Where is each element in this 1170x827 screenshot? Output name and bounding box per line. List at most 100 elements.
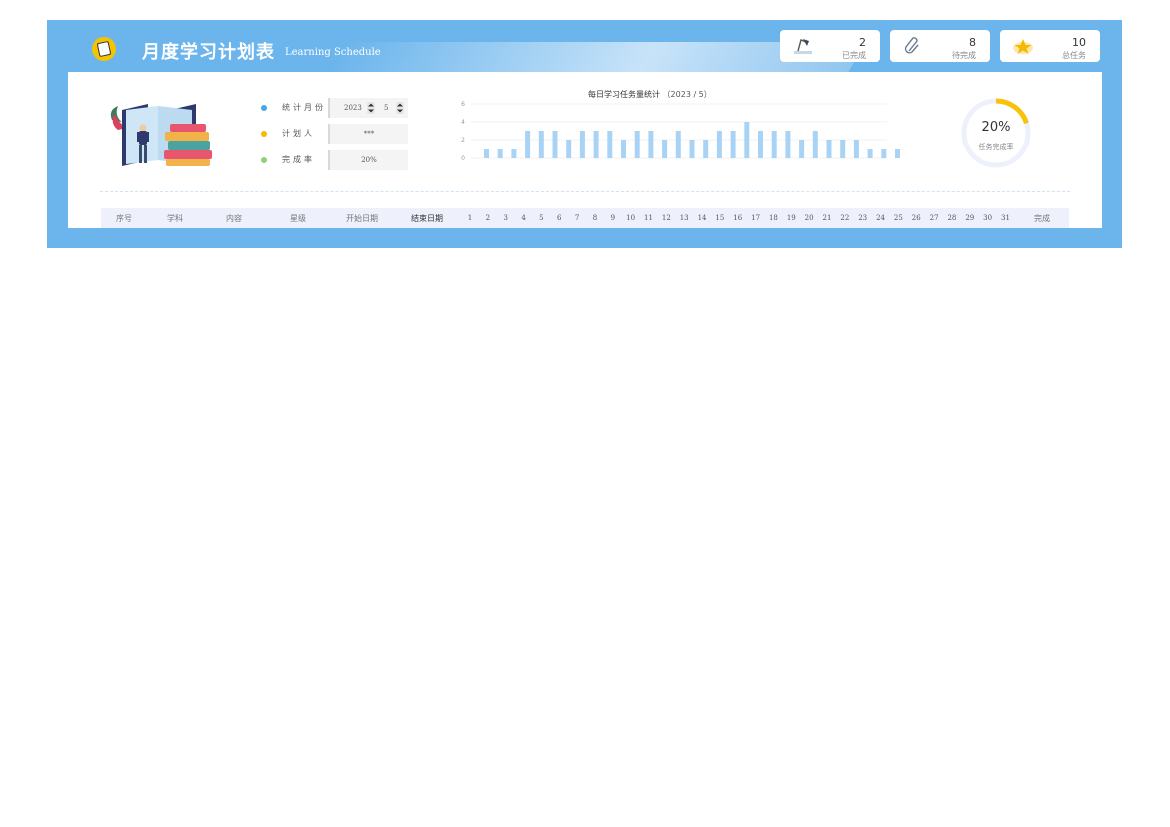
col-day-17: 17 (751, 214, 761, 222)
chart-bar-day-4 (525, 131, 531, 158)
year-spinner[interactable] (367, 102, 375, 114)
col-day-21: 21 (822, 214, 832, 222)
pending-count: 8 (969, 36, 976, 49)
pending-label: 待完成 (952, 51, 976, 60)
month-value: 5 (384, 104, 389, 112)
stat-card-total: 10 总任务 (1000, 30, 1100, 62)
y-tick-label: 6 (461, 101, 465, 108)
chart-bar-day-12 (634, 131, 640, 158)
chart-bar-day-26 (826, 140, 832, 158)
completed-count: 2 (859, 36, 866, 49)
chart-bar-day-5 (538, 131, 544, 158)
y-tick-label: 0 (461, 155, 465, 162)
chart-bar-day-1 (484, 149, 489, 158)
col-day-14: 14 (697, 214, 707, 222)
col-day-28: 28 (947, 214, 957, 222)
books-illustration (110, 104, 212, 166)
chart-bar-day-15 (675, 131, 681, 158)
month-spinner[interactable] (396, 102, 404, 114)
col-day-10: 10 (626, 214, 636, 222)
chart-bar-day-17 (703, 140, 709, 158)
daily-task-chart: 0 2 4 6 (461, 101, 900, 162)
col-day-27: 27 (929, 214, 939, 222)
chart-bar-day-20 (744, 122, 750, 158)
chart-bar-day-8 (579, 131, 585, 158)
planner-field[interactable]: *** (328, 124, 408, 144)
year-value: 2023 (344, 104, 362, 112)
star-icon (1013, 39, 1033, 54)
col-done: 完成 (1034, 214, 1050, 223)
chart-bar-day-2 (497, 149, 503, 158)
main-panel: 统计月份 2023 5 计划人 *** 完成率 20% 每日学习任务量统计 （2… (68, 72, 1102, 228)
paperclip-icon (904, 37, 919, 54)
chart-title-wrap: 每日学习任务量统计 （2023 / 5） (588, 89, 712, 100)
stat-card-pending: 8 待完成 (890, 30, 990, 62)
notepad-icon (92, 37, 116, 61)
total-label: 总任务 (1062, 51, 1086, 60)
chart-bar-day-24 (799, 140, 805, 158)
page-title: 月度学习计划表 (142, 42, 275, 63)
study-lamp-icon (794, 39, 812, 54)
schedule-frame: 月度学习计划表 Learning Schedule 2 已完成 8 待完成 10… (47, 20, 1122, 248)
col-day-31: 31 (1001, 214, 1010, 222)
col-end-date: 结束日期 (411, 214, 443, 223)
rate-label: 完成率 (282, 155, 315, 164)
planner-bullet (261, 131, 267, 137)
chart-bar-day-6 (552, 131, 558, 158)
col-subject: 学科 (167, 214, 183, 223)
total-count: 10 (1072, 36, 1086, 49)
col-start-date: 开始日期 (346, 214, 378, 223)
col-day-4: 4 (521, 214, 526, 222)
page-subtitle: Learning Schedule (285, 47, 381, 58)
col-day-16: 16 (733, 214, 743, 222)
chart-bar-day-29 (867, 149, 873, 158)
col-day-1: 1 (467, 214, 473, 222)
chart-bar-day-7 (566, 140, 572, 158)
col-day-19: 19 (786, 214, 796, 222)
completion-percent: 20% (981, 120, 1011, 135)
col-day-5: 5 (539, 214, 544, 222)
planner-value: *** (363, 130, 375, 138)
chart-bar-day-30 (881, 149, 887, 158)
section-divider (100, 191, 1070, 192)
chart-bar-day-23 (785, 131, 791, 158)
chart-bar-day-28 (853, 140, 859, 158)
planner-label: 计划人 (282, 129, 315, 138)
col-day-6: 6 (557, 214, 562, 222)
col-content: 内容 (226, 214, 242, 223)
rate-bullet (261, 157, 267, 163)
y-tick-label: 2 (461, 137, 465, 144)
col-day-7: 7 (574, 214, 580, 222)
chart-bar-day-16 (689, 140, 695, 158)
col-day-24: 24 (876, 214, 885, 222)
stat-card-completed: 2 已完成 (780, 30, 880, 62)
col-day-3: 3 (503, 214, 508, 222)
chart-bar-day-13 (648, 131, 654, 158)
col-day-13: 13 (679, 214, 689, 222)
col-day-23: 23 (858, 214, 868, 222)
chart-bar-day-9 (593, 131, 599, 158)
stat-month-label: 统计月份 (282, 103, 326, 112)
col-day-20: 20 (804, 214, 814, 222)
chart-bar-day-27 (840, 140, 846, 158)
col-day-29: 29 (965, 214, 975, 222)
completed-label: 已完成 (842, 51, 866, 60)
chart-title: 每日学习任务量统计 (588, 90, 660, 99)
col-day-11: 11 (644, 214, 653, 222)
col-day-18: 18 (768, 214, 778, 222)
col-index: 序号 (116, 214, 132, 223)
completion-label: 任务完成率 (978, 143, 1014, 151)
chart-subtitle: （2023 / 5） (662, 90, 712, 99)
col-day-9: 9 (610, 214, 616, 222)
month-bullet (261, 105, 267, 111)
col-rating: 星级 (290, 214, 306, 223)
chart-bar-day-14 (662, 140, 668, 158)
chart-bar-day-31 (895, 149, 900, 158)
chart-bar-day-10 (607, 131, 613, 158)
col-day-22: 22 (840, 214, 850, 222)
table-header: 序号 学科 内容 星级 开始日期 结束日期 1 2 3 4 5 6 7 8 9 10 11 12 13 1… (101, 208, 1069, 228)
chart-bar-day-18 (716, 131, 722, 158)
col-day-2: 2 (485, 214, 491, 222)
col-day-12: 12 (661, 214, 671, 222)
col-day-15: 15 (715, 214, 725, 222)
